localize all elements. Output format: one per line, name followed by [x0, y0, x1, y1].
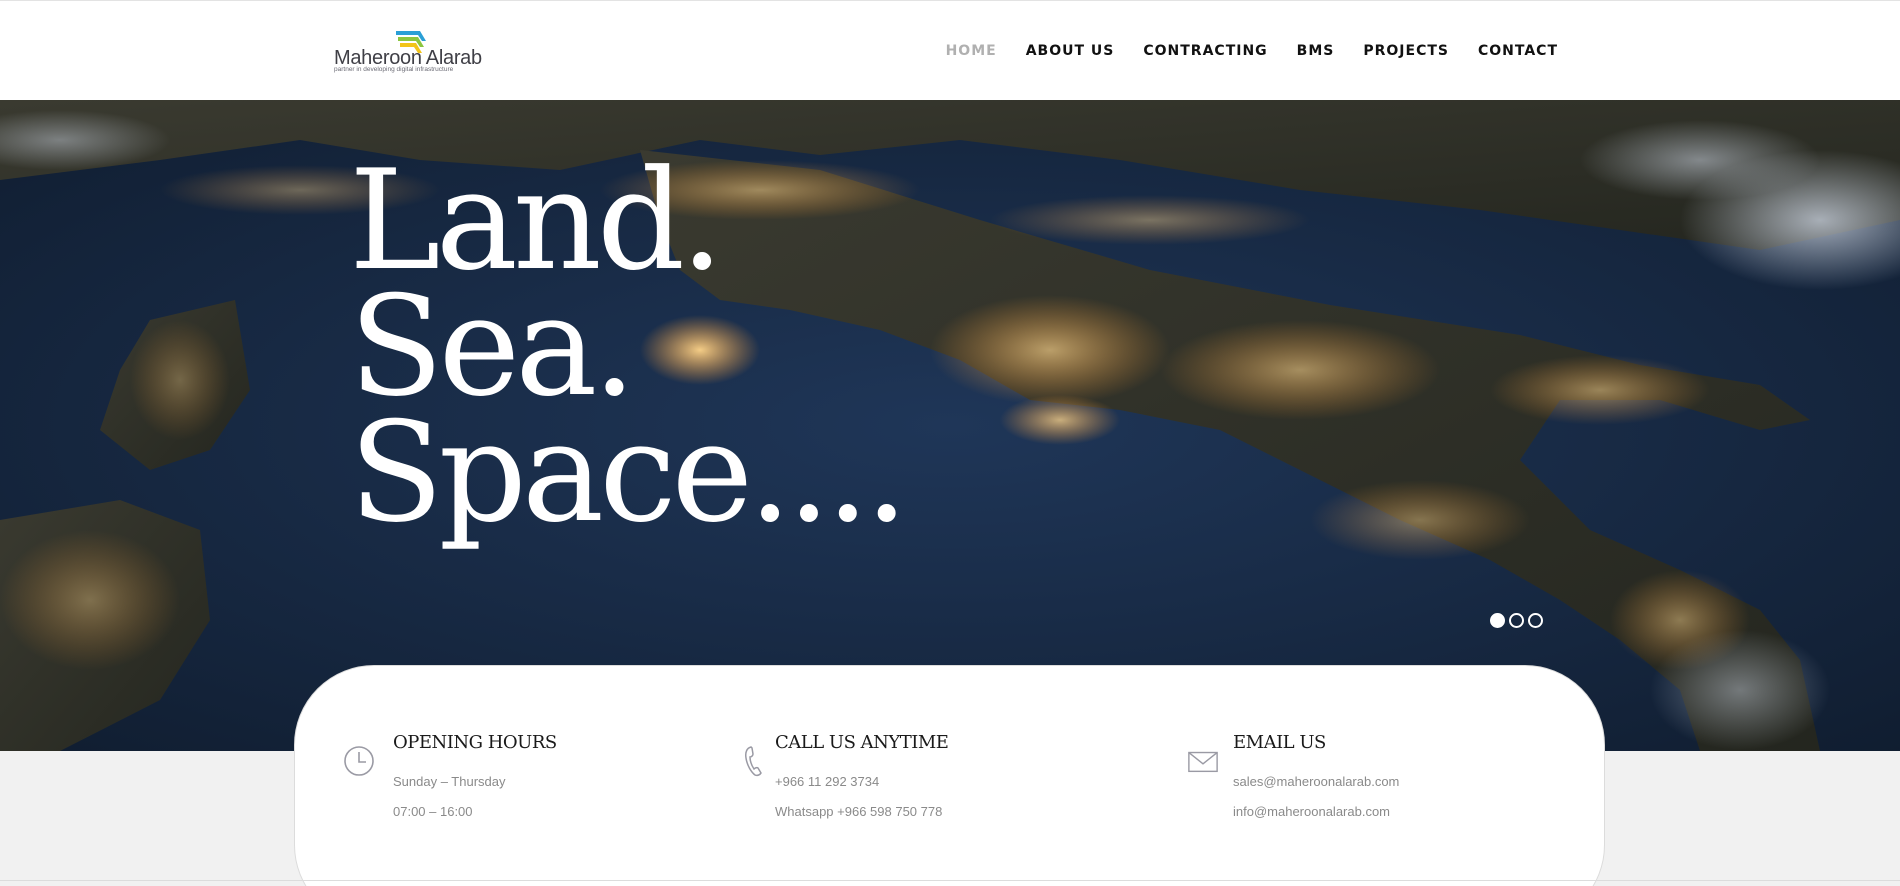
hero-background-image [0, 100, 1900, 751]
phone-icon [745, 746, 762, 777]
call-us-title: CALL US ANYTIME [775, 732, 949, 753]
sales-email-link[interactable]: sales@maheroonalarab.com [1233, 774, 1399, 789]
slide-dot-1[interactable] [1490, 613, 1505, 628]
email-us-title: EMAIL US [1233, 732, 1326, 753]
envelope-icon [1188, 751, 1218, 773]
info-email-link[interactable]: info@maheroonalarab.com [1233, 804, 1390, 819]
phone-number[interactable]: +966 11 292 3734 [775, 774, 879, 789]
nav-home[interactable]: HOME [946, 43, 997, 59]
nav-bms[interactable]: BMS [1297, 43, 1335, 59]
slide-dot-2[interactable] [1509, 613, 1524, 628]
slide-dot-3[interactable] [1528, 613, 1543, 628]
nav-contact[interactable]: CONTACT [1478, 43, 1558, 59]
hero-title: Land. Sea. Space.... [349, 152, 909, 553]
site-header: Maheroon Alarab partner in developing di… [0, 0, 1900, 100]
nav-about-us[interactable]: ABOUT US [1026, 43, 1115, 59]
page-divider [0, 880, 1900, 881]
nav-contracting[interactable]: CONTRACTING [1143, 43, 1267, 59]
brand-tagline: partner in developing digital infrastruc… [334, 66, 454, 73]
opening-hours-days: Sunday – Thursday [393, 774, 506, 789]
main-nav: HOME ABOUT US CONTRACTING BMS PROJECTS C… [946, 43, 1558, 59]
hero-slider: Land. Sea. Space.... [0, 100, 1900, 751]
hero-line-space: Space.... [349, 392, 909, 553]
page: Maheroon Alarab partner in developing di… [0, 0, 1900, 886]
slider-dots [1490, 613, 1543, 628]
opening-hours-title: OPENING HOURS [393, 732, 557, 753]
clock-icon [344, 746, 374, 776]
nav-projects[interactable]: PROJECTS [1363, 43, 1449, 59]
opening-hours-time: 07:00 – 16:00 [393, 804, 473, 819]
contact-info-card: OPENING HOURS Sunday – Thursday 07:00 – … [294, 665, 1605, 886]
whatsapp-number[interactable]: Whatsapp +966 598 750 778 [775, 804, 942, 819]
logo[interactable]: Maheroon Alarab partner in developing di… [332, 29, 482, 75]
